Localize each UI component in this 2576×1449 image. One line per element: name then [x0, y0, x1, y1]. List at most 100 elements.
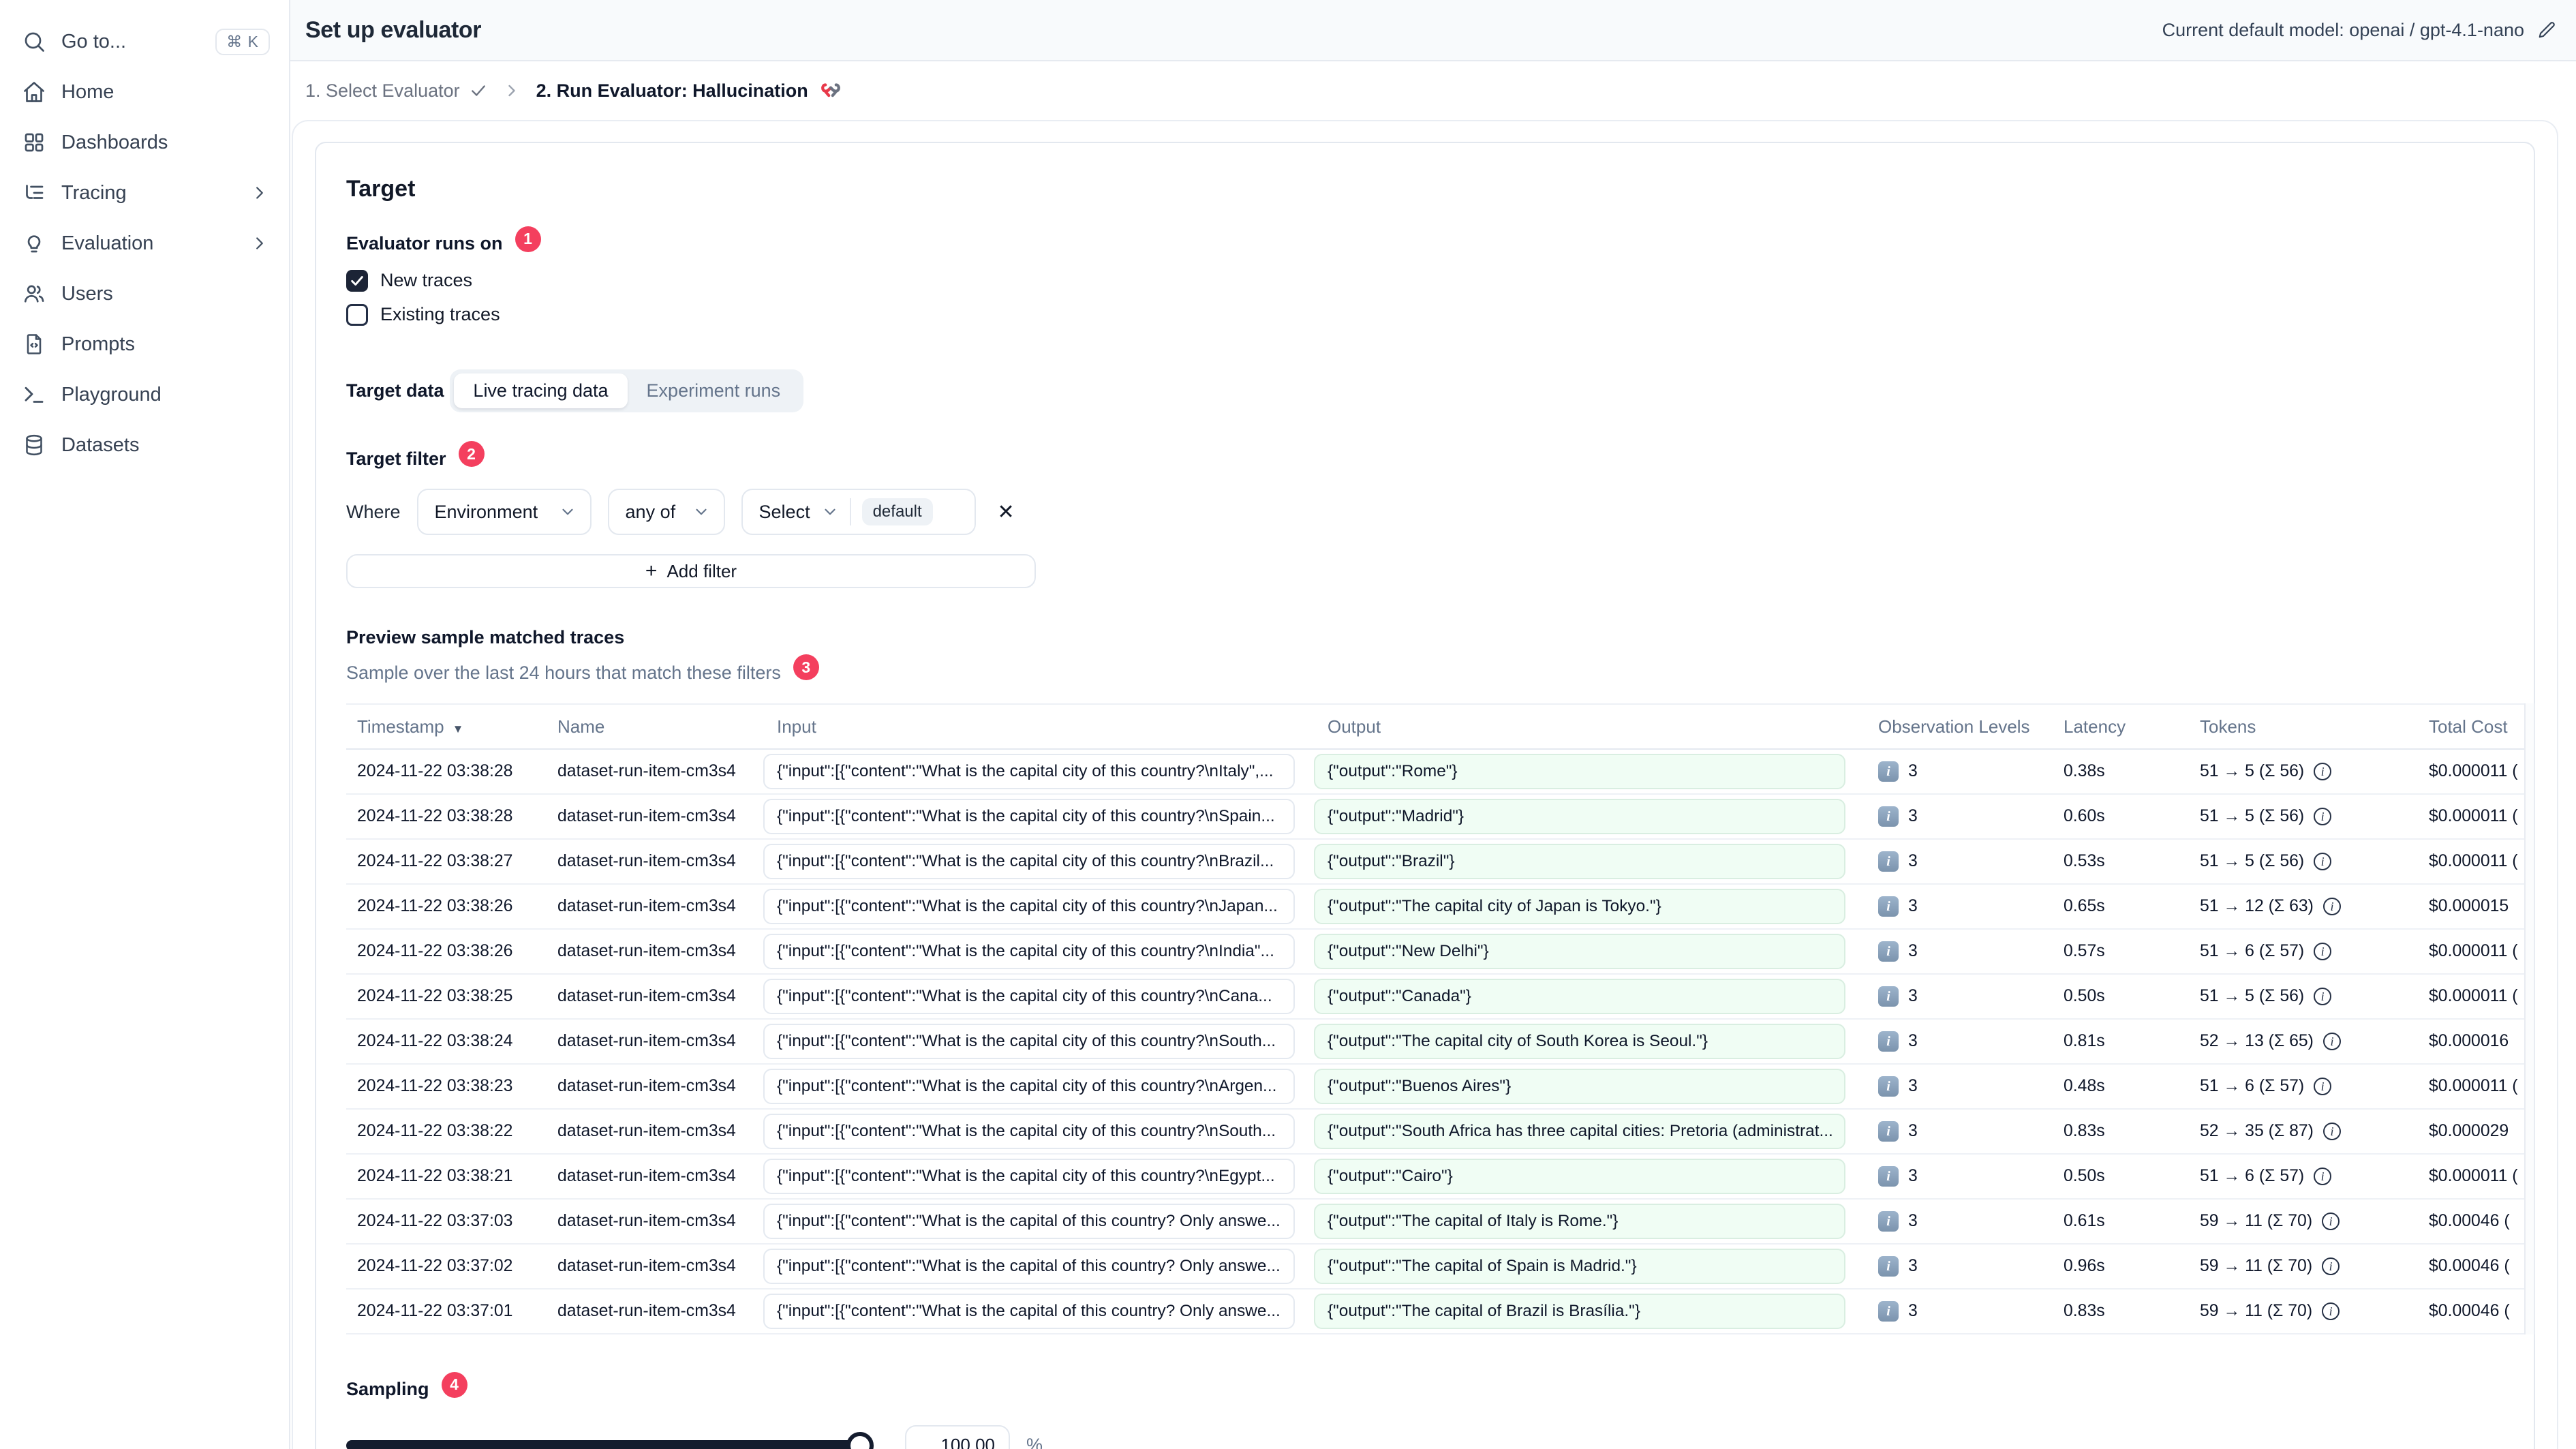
col-header-name[interactable]: Name	[557, 716, 763, 737]
sidebar-item-prompts[interactable]: Prompts	[22, 319, 270, 369]
cell-output[interactable]: {"output":"South Africa has three capita…	[1314, 1114, 1845, 1149]
checkbox-existing-traces[interactable]: Existing traces	[346, 303, 2504, 326]
col-header-input[interactable]: Input	[763, 716, 1314, 737]
cell-observation-levels: 3	[1908, 1257, 1918, 1275]
cell-input[interactable]: {"input":[{"content":"What is the capita…	[763, 1249, 1295, 1284]
cell-output[interactable]: {"output":"Rome"}	[1314, 754, 1845, 789]
runs-on-label: Evaluator runs on	[346, 233, 503, 254]
cell-output[interactable]: {"output":"Madrid"}	[1314, 799, 1845, 834]
table-row[interactable]: 2024-11-22 03:38:25 dataset-run-item-cm3…	[346, 975, 2524, 1020]
cell-tokens: 51 → 5 (Σ 56)	[2200, 807, 2305, 825]
cell-latency: 0.60s	[2064, 807, 2105, 825]
info-emoji-icon: i	[1878, 986, 1899, 1007]
table-row[interactable]: 2024-11-22 03:38:26 dataset-run-item-cm3…	[346, 930, 2524, 975]
table-row[interactable]: 2024-11-22 03:38:22 dataset-run-item-cm3…	[346, 1110, 2524, 1155]
col-header-total-cost[interactable]: Total Cost	[2429, 716, 2524, 737]
sidebar-item-users[interactable]: Users	[22, 269, 270, 319]
cell-output[interactable]: {"output":"Cairo"}	[1314, 1159, 1845, 1194]
tab-live-tracing-data[interactable]: Live tracing data	[454, 373, 628, 408]
table-vertical-scrollbar[interactable]	[2524, 703, 2535, 1334]
cell-input[interactable]: {"input":[{"content":"What is the capita…	[763, 1024, 1295, 1059]
table-row[interactable]: 2024-11-22 03:38:23 dataset-run-item-cm3…	[346, 1065, 2524, 1110]
filter-column-select[interactable]: Environment	[416, 489, 592, 535]
cell-output[interactable]: {"output":"Canada"}	[1314, 979, 1845, 1014]
sampling-percent-input[interactable]	[905, 1424, 1010, 1449]
col-header-timestamp[interactable]: Timestamp ▼	[346, 716, 557, 737]
add-filter-button[interactable]: + Add filter	[346, 554, 1036, 588]
cell-output[interactable]: {"output":"The capital of Italy is Rome.…	[1314, 1204, 1845, 1239]
cell-output[interactable]: {"output":"The capital city of South Kor…	[1314, 1024, 1845, 1059]
cell-input[interactable]: {"input":[{"content":"What is the capita…	[763, 1294, 1295, 1329]
col-header-latency[interactable]: Latency	[2064, 716, 2200, 737]
cell-name: dataset-run-item-cm3s4	[557, 807, 736, 825]
table-header-row: Timestamp ▼ Name Input Output Observation…	[346, 705, 2524, 750]
filter-operator-select[interactable]: any of	[607, 489, 725, 535]
percent-sign: %	[1026, 1435, 1043, 1449]
cell-observation-levels: 3	[1908, 807, 1918, 825]
users-icon	[22, 281, 46, 306]
table-row[interactable]: 2024-11-22 03:38:27 dataset-run-item-cm3…	[346, 840, 2524, 885]
cell-latency: 0.65s	[2064, 897, 2105, 915]
cell-input[interactable]: {"input":[{"content":"What is the capita…	[763, 1204, 1295, 1239]
table-row[interactable]: 2024-11-22 03:37:03 dataset-run-item-cm3…	[346, 1200, 2524, 1245]
table-row[interactable]: 2024-11-22 03:38:28 dataset-run-item-cm3…	[346, 750, 2524, 795]
cell-output[interactable]: {"output":"Brazil"}	[1314, 844, 1845, 879]
cell-input[interactable]: {"input":[{"content":"What is the capita…	[763, 844, 1295, 879]
cell-input[interactable]: {"input":[{"content":"What is the capita…	[763, 979, 1295, 1014]
sidebar-item-tracing[interactable]: Tracing	[22, 168, 270, 218]
table-row[interactable]: 2024-11-22 03:38:28 dataset-run-item-cm3…	[346, 795, 2524, 840]
cell-timestamp: 2024-11-22 03:38:23	[357, 1077, 513, 1095]
table-row[interactable]: 2024-11-22 03:37:01 dataset-run-item-cm3…	[346, 1290, 2524, 1334]
cell-input[interactable]: {"input":[{"content":"What is the capita…	[763, 754, 1295, 789]
cmd-k-shortcut: ⌘ K	[215, 28, 270, 55]
goto-search-button[interactable]: Go to... ⌘ K	[22, 16, 270, 67]
cell-input[interactable]: {"input":[{"content":"What is the capita…	[763, 934, 1295, 969]
breadcrumb-separator-icon	[502, 81, 521, 100]
cell-input[interactable]: {"input":[{"content":"What is the capita…	[763, 889, 1295, 924]
plus-icon: +	[645, 560, 658, 582]
sampling-slider[interactable]	[346, 1431, 874, 1449]
table-row[interactable]: 2024-11-22 03:38:24 dataset-run-item-cm3…	[346, 1020, 2524, 1065]
langfuse-knot-icon	[819, 79, 842, 102]
preview-subtitle: Sample over the last 24 hours that match…	[346, 662, 781, 683]
cell-observation-levels: 3	[1908, 852, 1918, 870]
cell-latency: 0.83s	[2064, 1302, 2105, 1320]
tracing-icon	[22, 181, 46, 205]
sidebar-item-evaluation[interactable]: Evaluation	[22, 218, 270, 269]
table-row[interactable]: 2024-11-22 03:38:21 dataset-run-item-cm3…	[346, 1155, 2524, 1200]
sidebar-item-playground[interactable]: Playground	[22, 369, 270, 420]
col-header-observation-levels[interactable]: Observation Levels	[1865, 716, 2064, 737]
remove-filter-button[interactable]: ✕	[992, 498, 1020, 527]
cell-input[interactable]: {"input":[{"content":"What is the capita…	[763, 1159, 1295, 1194]
checkbox-new-traces[interactable]: New traces	[346, 269, 2504, 292]
default-model-label: Current default model: openai / gpt-4.1-…	[2162, 19, 2524, 40]
sidebar-item-home[interactable]: Home	[22, 67, 270, 117]
info-emoji-icon: i	[1878, 761, 1899, 782]
cell-input[interactable]: {"input":[{"content":"What is the capita…	[763, 1069, 1295, 1104]
target-data-tabs: Live tracing data Experiment runs	[450, 369, 804, 412]
cell-observation-levels: 3	[1908, 1167, 1918, 1185]
cell-input[interactable]: {"input":[{"content":"What is the capita…	[763, 1114, 1295, 1149]
col-header-tokens[interactable]: Tokens	[2200, 716, 2429, 737]
info-emoji-icon: i	[1878, 1256, 1899, 1277]
cell-output[interactable]: {"output":"Buenos Aires"}	[1314, 1069, 1845, 1104]
col-header-output[interactable]: Output	[1314, 716, 1865, 737]
cell-total-cost: $0.000011 (	[2429, 1077, 2518, 1095]
cell-output[interactable]: {"output":"New Delhi"}	[1314, 934, 1845, 969]
edit-model-pencil-icon[interactable]	[2536, 20, 2557, 40]
cell-output[interactable]: {"output":"The capital city of Japan is …	[1314, 889, 1845, 924]
table-row[interactable]: 2024-11-22 03:37:02 dataset-run-item-cm3…	[346, 1245, 2524, 1290]
info-emoji-icon: i	[1878, 1211, 1899, 1232]
breadcrumb-step-1[interactable]: 1. Select Evaluator	[305, 80, 487, 102]
cell-output[interactable]: {"output":"The capital of Spain is Madri…	[1314, 1249, 1845, 1284]
filter-value-select[interactable]: Select default	[741, 489, 976, 535]
cell-input[interactable]: {"input":[{"content":"What is the capita…	[763, 799, 1295, 834]
table-row[interactable]: 2024-11-22 03:38:26 dataset-run-item-cm3…	[346, 885, 2524, 930]
sidebar-item-dashboards[interactable]: Dashboards	[22, 117, 270, 168]
sidebar-item-datasets[interactable]: Datasets	[22, 420, 270, 470]
slider-thumb[interactable]	[846, 1431, 874, 1449]
cell-latency: 0.53s	[2064, 852, 2105, 870]
cell-latency: 0.81s	[2064, 1032, 2105, 1050]
tab-experiment-runs[interactable]: Experiment runs	[628, 373, 800, 408]
cell-output[interactable]: {"output":"The capital of Brazil is Bras…	[1314, 1294, 1845, 1329]
